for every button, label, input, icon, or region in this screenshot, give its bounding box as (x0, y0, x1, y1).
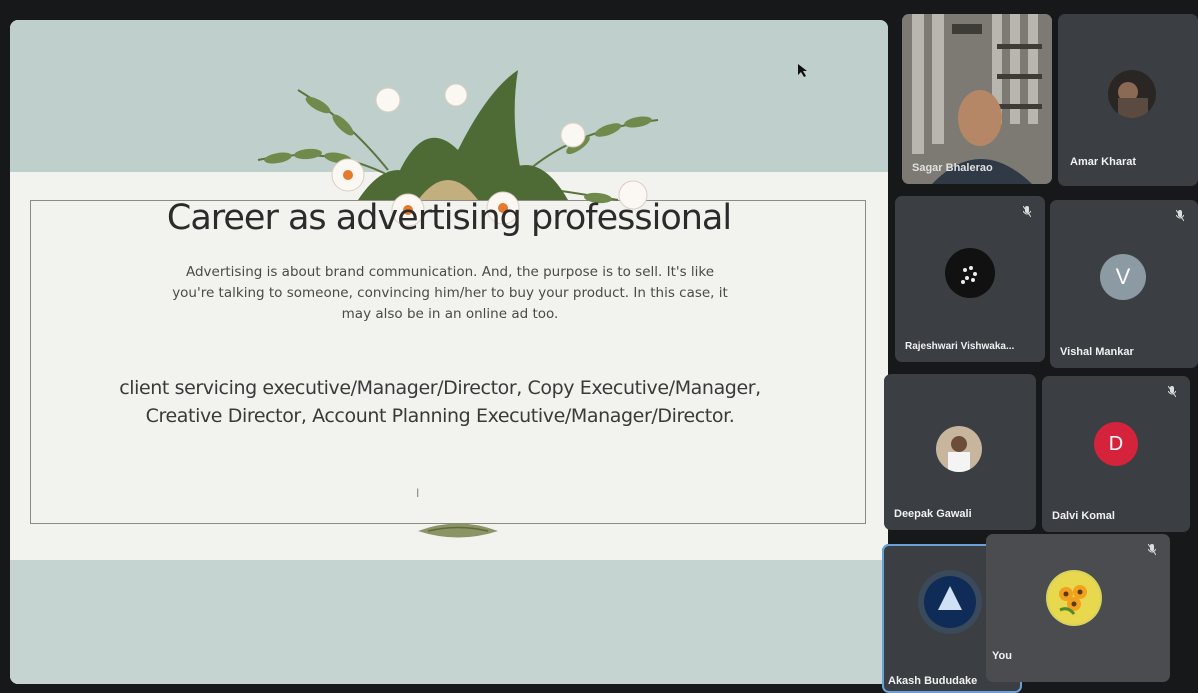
mic-off-icon (1176, 210, 1184, 222)
avatar-letter: D (1108, 432, 1124, 455)
text-cursor-icon: I (416, 486, 420, 500)
participant-name: Rajeshwari Vishwaka... (905, 341, 1015, 352)
avatar (1108, 70, 1156, 118)
meeting-screen: I Career as advertising professional Adv… (0, 0, 1198, 693)
participant-name: Sagar Bhalerao (912, 162, 993, 174)
participant-tile[interactable]: D Dalvi Komal (1042, 376, 1190, 532)
mic-off-icon (1168, 386, 1176, 398)
participant-tile[interactable]: Rajeshwari Vishwaka... (895, 196, 1045, 362)
avatar (936, 426, 982, 472)
slide-title: Career as advertising professional (166, 198, 732, 238)
slide-roles-text: client servicing executive/Manager/Direc… (119, 377, 761, 427)
participant-tile[interactable]: Amar Kharat (1058, 14, 1198, 186)
participant-tile[interactable]: Deepak Gawali (884, 374, 1036, 530)
mouse-pointer-icon (798, 64, 807, 77)
slide-border-frame (30, 200, 866, 524)
mic-off-icon (1148, 544, 1156, 556)
participant-name: Dalvi Komal (1052, 510, 1115, 522)
avatar (918, 570, 982, 634)
avatar-initial: D (1094, 422, 1138, 466)
participant-name: You (992, 650, 1012, 662)
leaf-divider-icon (418, 523, 498, 538)
participant-name: Amar Kharat (1070, 156, 1137, 168)
participant-name: Deepak Gawali (894, 508, 972, 520)
mic-off-icon (1023, 206, 1031, 218)
participant-tile[interactable]: V Vishal Mankar (1050, 200, 1198, 368)
participant-name: Akash Bududake (888, 675, 978, 687)
participant-tile[interactable]: Sagar Bhalerao (902, 14, 1052, 184)
camera-video-feed (902, 14, 1052, 184)
slide-intro-text: Advertising is about brand communication… (172, 264, 728, 322)
presentation-slide: I (10, 20, 888, 684)
participant-name: Vishal Mankar (1060, 346, 1134, 358)
avatar-letter: V (1115, 264, 1131, 289)
avatar-initial: V (1100, 254, 1146, 300)
self-view-tile[interactable]: You (986, 534, 1170, 682)
avatar (945, 248, 995, 298)
slide-bottom-band (10, 560, 888, 684)
avatar (1046, 570, 1102, 626)
